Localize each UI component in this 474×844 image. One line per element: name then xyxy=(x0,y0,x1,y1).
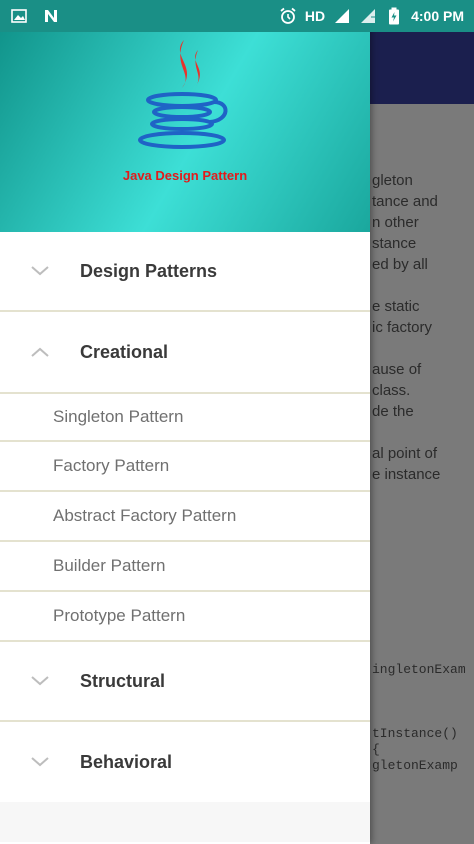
drawer-header-title: Java Design Pattern xyxy=(122,168,248,183)
drawer-bottom-spacer xyxy=(0,802,370,842)
underlying-line: e static xyxy=(372,298,420,315)
menu-group-structural[interactable]: Structural xyxy=(0,642,370,722)
underlying-line: gleton xyxy=(372,172,413,189)
chevron-up-icon xyxy=(0,346,80,358)
menu-item-factory-pattern[interactable]: Factory Pattern xyxy=(0,442,370,492)
drawer-menu: Design Patterns Creational Singleton Pat… xyxy=(0,232,370,842)
chevron-down-icon xyxy=(0,756,80,768)
menu-group-label: Behavioral xyxy=(80,751,173,772)
underlying-code-line: gletonExamp xyxy=(372,758,458,773)
status-bar: HD 4:00 PM xyxy=(0,0,474,32)
underlying-line: n other xyxy=(372,214,419,231)
underlying-code-line xyxy=(372,710,466,726)
underlying-line xyxy=(372,422,440,443)
network-type-label: HD xyxy=(304,8,326,24)
menu-group-creational[interactable]: Creational xyxy=(0,312,370,392)
menu-item-abstract-factory-pattern[interactable]: Abstract Factory Pattern xyxy=(0,492,370,542)
menu-group-design-patterns[interactable]: Design Patterns xyxy=(0,232,370,312)
menu-group-label: Design Patterns xyxy=(80,260,218,281)
underlying-line: stance xyxy=(372,235,417,252)
underlying-line: e instance xyxy=(372,466,441,483)
underlying-line xyxy=(372,338,440,359)
underlying-code-line: ingletonExam xyxy=(372,662,466,677)
alarm-icon xyxy=(279,7,297,25)
chevron-down-icon xyxy=(0,675,80,687)
java-logo-icon xyxy=(138,40,228,149)
menu-item-builder-pattern[interactable]: Builder Pattern xyxy=(0,542,370,592)
menu-group-behavioral[interactable]: Behavioral xyxy=(0,722,370,802)
underlying-line: de the xyxy=(372,403,414,420)
underlying-code-line xyxy=(372,694,466,710)
n-notification-icon xyxy=(42,7,60,25)
drawer-header: Java Design Pattern xyxy=(0,0,370,232)
battery-icon xyxy=(385,7,403,25)
underlying-line: al point of xyxy=(372,445,438,462)
navigation-drawer: Java Design Pattern Design Patterns Crea… xyxy=(0,0,370,844)
underlying-line: class. xyxy=(372,382,411,399)
image-notification-icon xyxy=(10,7,28,25)
underlying-code: ingletonExam tInstance() { gletonExamp xyxy=(372,662,466,774)
underlying-code-line: tInstance() xyxy=(372,726,458,741)
status-time: 4:00 PM xyxy=(411,8,464,24)
chevron-down-icon xyxy=(0,265,80,277)
underlying-paragraph: gleton tance and n other stance ed by al… xyxy=(372,170,440,485)
underlying-line: ause of xyxy=(372,361,422,378)
underlying-line: ed by all xyxy=(372,256,428,273)
underlying-code-line xyxy=(372,678,466,694)
underlying-line: tance and xyxy=(372,193,438,210)
signal-icon xyxy=(333,7,351,25)
menu-group-label: Structural xyxy=(80,670,166,691)
underlying-line xyxy=(372,275,440,296)
signal-secondary-icon xyxy=(359,7,377,25)
menu-item-singleton-pattern[interactable]: Singleton Pattern xyxy=(0,392,370,442)
underlying-line: ic factory xyxy=(372,319,433,336)
menu-item-prototype-pattern[interactable]: Prototype Pattern xyxy=(0,592,370,642)
underlying-code-line: { xyxy=(372,742,380,757)
menu-group-label: Creational xyxy=(80,341,169,362)
